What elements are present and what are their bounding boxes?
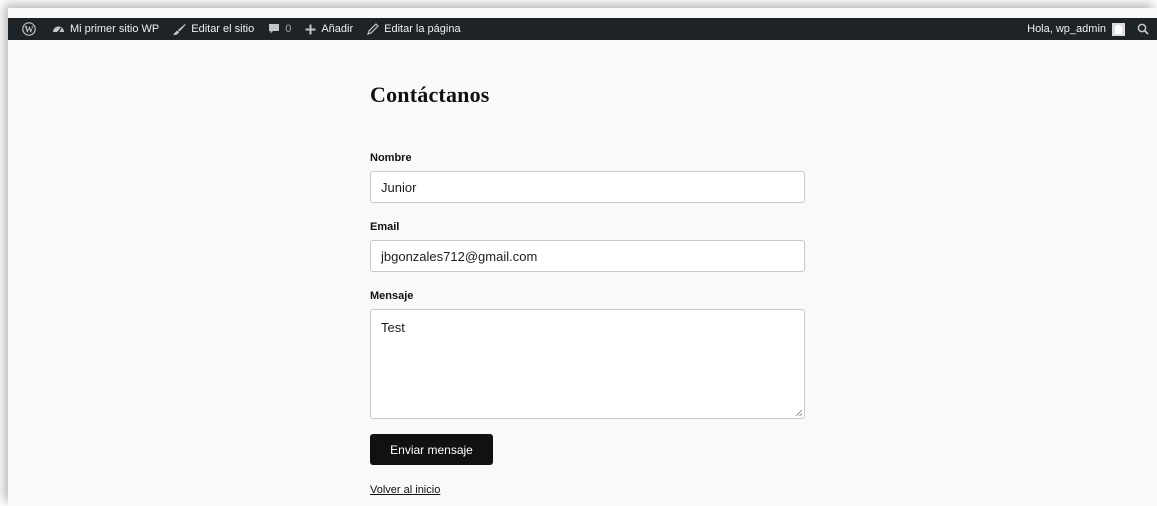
dashboard-gauge-icon [52, 23, 65, 35]
email-field-value: jbgonzales712@gmail.com [381, 248, 538, 264]
avatar [1112, 22, 1125, 36]
message-textarea[interactable]: Test [370, 309, 805, 419]
admin-bar: W Mi primer sitio WP Editar el sitio 0 A… [8, 18, 1157, 40]
comments-count: 0 [285, 23, 292, 35]
brush-icon [172, 23, 186, 36]
message-label: Mensaje [370, 290, 414, 302]
account-menu[interactable]: Hola, wp_admin [1027, 18, 1125, 40]
edit-site-menu[interactable]: Editar el sitio [172, 18, 254, 40]
send-message-button[interactable]: Enviar mensaje [370, 434, 493, 465]
site-name-menu[interactable]: Mi primer sitio WP [52, 18, 159, 40]
edit-page-menu[interactable]: Editar la página [367, 18, 461, 40]
plus-icon [305, 24, 316, 35]
admin-bar-right: Hola, wp_admin [1027, 18, 1157, 40]
resize-handle[interactable] [796, 410, 802, 416]
search-menu[interactable] [1137, 18, 1149, 40]
search-icon [1137, 23, 1149, 35]
name-field[interactable]: Junior [370, 171, 805, 203]
add-new-menu[interactable]: Añadir [305, 18, 353, 40]
browser-viewport: W Mi primer sitio WP Editar el sitio 0 A… [8, 8, 1157, 506]
account-greeting: Hola, wp_admin [1027, 23, 1106, 35]
message-textarea-value: Test [381, 320, 405, 335]
wordpress-logo-icon: W [22, 22, 36, 36]
wordpress-menu[interactable]: W [22, 18, 41, 40]
site-name-label: Mi primer sitio WP [70, 23, 160, 35]
pencil-icon [367, 23, 379, 35]
page-title: Contáctanos [370, 82, 490, 107]
comment-icon [268, 23, 280, 35]
add-new-label: Añadir [321, 23, 354, 35]
back-to-home-link[interactable]: Volver al inicio [370, 484, 440, 496]
edit-page-label: Editar la página [384, 23, 461, 35]
name-field-value: Junior [381, 179, 417, 195]
edit-site-label: Editar el sitio [191, 23, 255, 35]
email-label: Email [370, 221, 400, 233]
svg-text:W: W [25, 24, 34, 34]
name-label: Nombre [370, 152, 412, 164]
comments-menu[interactable]: 0 [268, 18, 291, 40]
email-field[interactable]: jbgonzales712@gmail.com [370, 240, 805, 272]
admin-bar-left: W Mi primer sitio WP Editar el sitio 0 A… [8, 18, 461, 40]
